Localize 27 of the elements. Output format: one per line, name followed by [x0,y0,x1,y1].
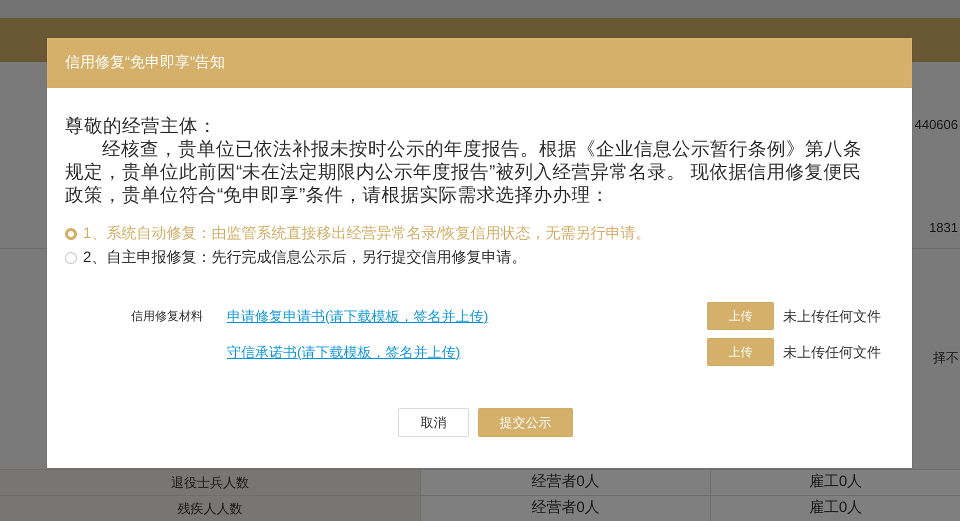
upload-status: 未上传任何文件 [783,306,882,326]
option-label: 1、系统自动修复：由监管系统直接移出经营异常名录/恢复信用状态，无需另行申请。 [83,224,651,244]
notice-paragraph: 经核查，贵单位已依法补报未按时公示的年度报告。根据《企业信息公示暂行条例》第八条规定，贵单位此前因“未在法定期限内公示年度报告”被列入经营异常名录。 现依据信用修复便民政策，贵单位符合“免申即享”条件，请根据实际需求选择办办理： [65,137,863,206]
table-cell-text: 经营者0人 [531,472,600,492]
table-cell-text: 440606 [914,116,958,134]
dialog-title: 信用修复“免申即享”告知 [65,52,225,73]
table-cell-text: 退役士兵人数 [171,474,249,492]
upload-status: 未上传任何文件 [783,342,882,362]
table-cell-text: 雇工0人 [808,472,862,492]
radio-option[interactable]: 1、系统自动修复：由监管系统直接移出经营异常名录/恢复信用状态，无需另行申请。 [65,224,894,244]
table-cell-text: 1831 [929,219,958,238]
table-cell-text: 残疾人人数 [178,500,242,518]
upload-button[interactable]: 上传 [707,302,774,330]
radio-button[interactable] [65,252,77,264]
template-link[interactable]: 申请修复申请书(请下载模板，签名并上传) [227,306,488,326]
table-cell-text: 择不 [933,349,959,368]
radio-option[interactable]: 2、自主申报修复：先行完成信息公示后，另行提交信用修复申请。 [65,248,894,268]
table-cell-text: 经营者0人 [531,498,600,518]
template-link[interactable]: 守信承诺书(请下载模板，签名并上传) [227,342,460,362]
option-label: 2、自主申报修复：先行完成信息公示后，另行提交信用修复申请。 [83,248,526,268]
radio-button[interactable] [65,228,77,240]
table-cell-text: 雇工0人 [808,498,862,518]
cancel-button[interactable]: 取消 [398,408,469,437]
materials-label: 信用修复材料 [131,309,203,323]
upload-button[interactable]: 上传 [707,338,774,366]
greeting: 尊敬的经营主体： [65,114,218,137]
submit-button[interactable]: 提交公示 [478,408,573,437]
